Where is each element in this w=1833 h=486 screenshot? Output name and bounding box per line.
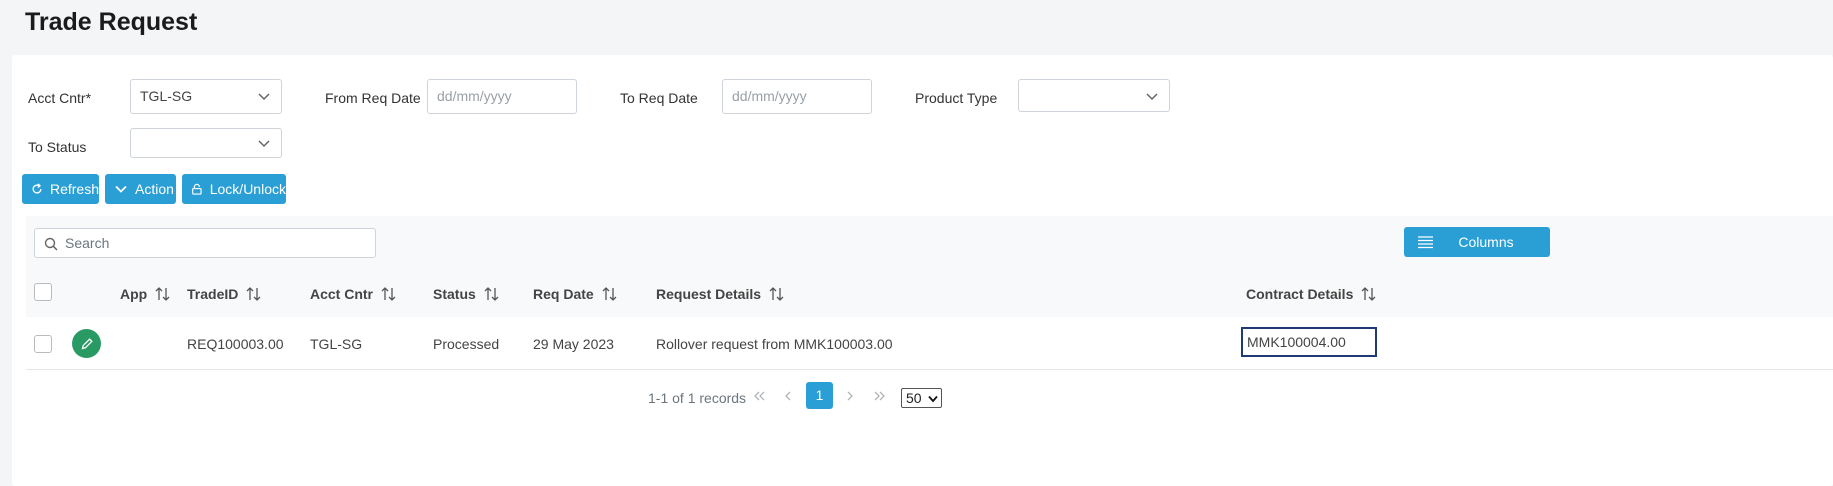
sort-icon [484, 287, 499, 301]
row-checkbox[interactable] [34, 335, 52, 353]
pencil-icon [81, 337, 93, 349]
to-req-date-label: To Req Date [620, 90, 698, 106]
column-header-req-date-label: Req Date [533, 286, 594, 302]
product-type-label: Product Type [915, 90, 998, 106]
chevron-down-icon [1146, 93, 1158, 101]
chevron-down-icon [928, 395, 938, 403]
column-header-trade-id-label: TradeID [187, 286, 239, 302]
product-type-select[interactable] [1018, 79, 1170, 112]
column-header-app-label: App [120, 286, 148, 302]
table-row[interactable]: REQ100003.00 TGL-SG Processed 29 May 202… [26, 317, 1833, 370]
sort-icon [381, 287, 396, 301]
acct-cntr-label: Acct Cntr* [28, 90, 92, 106]
column-header-app[interactable]: App [120, 286, 170, 302]
search-placeholder: Search [65, 235, 110, 251]
sort-icon [246, 287, 261, 301]
to-status-select[interactable] [130, 128, 282, 158]
page-size-select[interactable]: 50 [901, 388, 942, 408]
column-header-req-date[interactable]: Req Date [533, 286, 617, 302]
column-header-trade-id[interactable]: TradeID [187, 286, 261, 302]
column-header-request-details[interactable]: Request Details [656, 286, 784, 302]
cell-req-date: 29 May 2023 [533, 336, 614, 352]
select-all-checkbox[interactable] [34, 283, 52, 301]
chevron-down-icon [258, 93, 270, 101]
sort-icon [1361, 287, 1376, 301]
cell-request-details: Rollover request from MMK100003.00 [656, 336, 893, 352]
from-req-date-placeholder: dd/mm/yyyy [437, 88, 512, 104]
page-title: Trade Request [25, 8, 198, 36]
lock-unlock-button[interactable]: Lock/Unlock [182, 174, 286, 204]
page-button-current[interactable]: 1 [806, 382, 833, 409]
first-page-icon[interactable] [752, 389, 766, 403]
column-header-request-details-label: Request Details [656, 286, 762, 302]
columns-label: Columns [1458, 234, 1514, 250]
column-header-status[interactable]: Status [433, 286, 499, 302]
lock-unlock-label: Lock/Unlock [209, 181, 286, 197]
search-input[interactable]: Search [34, 228, 376, 258]
refresh-icon [32, 183, 42, 194]
next-page-icon[interactable] [843, 389, 857, 403]
column-header-contract-details[interactable]: Contract Details [1246, 286, 1376, 302]
cell-status: Processed [433, 336, 500, 352]
cell-trade-id: REQ100003.00 [187, 336, 284, 352]
sort-icon [769, 287, 784, 301]
to-req-date-input[interactable]: dd/mm/yyyy [722, 79, 872, 114]
refresh-button[interactable]: Refresh [22, 174, 99, 204]
previous-page-icon[interactable] [781, 389, 795, 403]
from-req-date-label: From Req Date [325, 90, 421, 106]
column-header-status-label: Status [433, 286, 476, 302]
acct-cntr-select[interactable]: TGL-SG [130, 79, 282, 114]
action-label: Action [135, 181, 174, 197]
action-button[interactable]: Action [105, 174, 176, 204]
pagination-summary: 1-1 of 1 records [648, 390, 747, 406]
refresh-label: Refresh [49, 181, 99, 197]
acct-cntr-value: TGL-SG [140, 88, 193, 104]
to-req-date-placeholder: dd/mm/yyyy [732, 88, 807, 104]
sort-icon [155, 287, 170, 301]
cell-acct-cntr: TGL-SG [310, 336, 363, 352]
sort-icon [602, 287, 617, 301]
last-page-icon[interactable] [873, 389, 887, 403]
edit-button[interactable] [72, 329, 101, 358]
lock-icon [192, 183, 202, 195]
trade-request-table: Search Columns App TradeID Acct Cntr Sta… [26, 216, 1833, 450]
cell-contract-details[interactable]: MMK100004.00 [1241, 327, 1377, 357]
columns-button[interactable]: Columns [1404, 227, 1550, 257]
column-header-acct-cntr[interactable]: Acct Cntr [310, 286, 396, 302]
page-size-value: 50 [906, 390, 922, 406]
chevron-down-icon [258, 140, 270, 148]
column-header-contract-details-label: Contract Details [1246, 286, 1354, 302]
search-icon [44, 237, 58, 251]
column-header-acct-cntr-label: Acct Cntr [310, 286, 374, 302]
to-status-label: To Status [28, 139, 87, 155]
from-req-date-input[interactable]: dd/mm/yyyy [427, 79, 577, 114]
chevron-down-icon [115, 185, 127, 193]
